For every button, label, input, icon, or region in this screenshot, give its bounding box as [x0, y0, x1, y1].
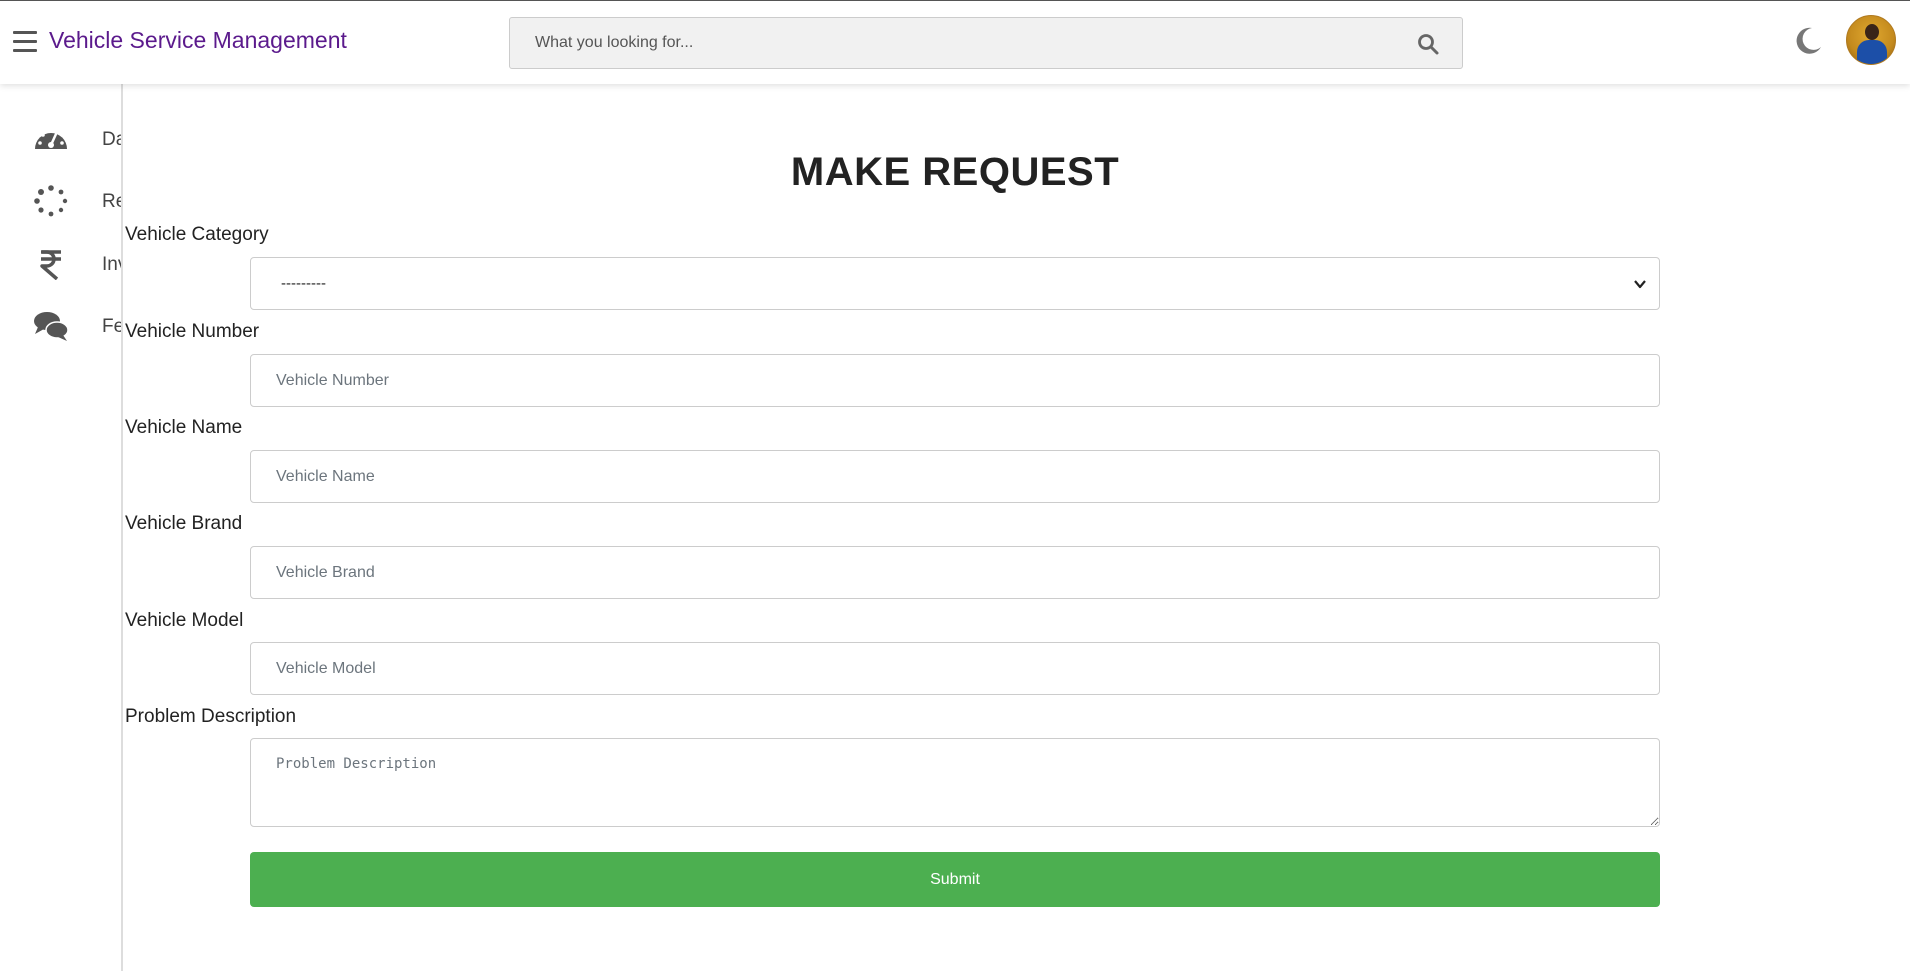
sidebar-item-label: Dashboard [102, 129, 121, 150]
search-bar [509, 17, 1463, 69]
chevron-down-icon [1633, 277, 1647, 291]
rupee-icon [33, 248, 69, 281]
avatar-head [1865, 24, 1879, 40]
problem-description-label: Problem Description [125, 706, 297, 727]
vehicle-model-label: Vehicle Model [125, 610, 244, 631]
user-avatar[interactable] [1846, 15, 1896, 65]
sidebar: Dashboard Request Invoice [0, 84, 123, 971]
sidebar-item-invoice[interactable]: Invoice [0, 239, 121, 289]
comments-icon [33, 310, 69, 342]
vehicle-brand-label: Vehicle Brand [125, 513, 243, 534]
vehicle-number-label: Vehicle Number [125, 321, 260, 342]
sidebar-item-dashboard[interactable]: Dashboard [0, 114, 121, 164]
tachometer-icon [33, 123, 69, 155]
vehicle-category-value: --------- [281, 275, 326, 292]
sidebar-item-feedback[interactable]: Feedback [0, 301, 123, 351]
sidebar-item-label: Invoice [102, 254, 121, 275]
top-navbar: Vehicle Service Management [0, 0, 1910, 84]
search-icon[interactable] [1416, 32, 1440, 56]
brand-title[interactable]: Vehicle Service Management [49, 27, 347, 54]
vehicle-name-input[interactable] [250, 450, 1660, 503]
hamburger-menu-icon[interactable] [13, 31, 37, 53]
main-content: MAKE REQUEST [125, 84, 1910, 971]
vehicle-number-input[interactable] [250, 354, 1660, 407]
vehicle-category-select[interactable]: --------- [250, 257, 1660, 310]
submit-button[interactable]: Submit [250, 852, 1660, 907]
spinner-icon [33, 185, 69, 217]
vehicle-category-label: Vehicle Category [125, 224, 269, 245]
vehicle-brand-input[interactable] [250, 546, 1660, 599]
moon-icon[interactable] [1792, 25, 1824, 57]
avatar-body [1857, 40, 1887, 64]
search-input[interactable] [510, 18, 1390, 68]
page-title: MAKE REQUEST [790, 150, 1120, 194]
sidebar-item-label: Request [102, 191, 121, 212]
vehicle-model-input[interactable] [250, 642, 1660, 695]
problem-description-textarea[interactable] [250, 738, 1660, 827]
sidebar-item-request[interactable]: Request [0, 176, 121, 226]
sidebar-item-label: Feedback [102, 316, 123, 337]
vehicle-name-label: Vehicle Name [125, 417, 243, 438]
